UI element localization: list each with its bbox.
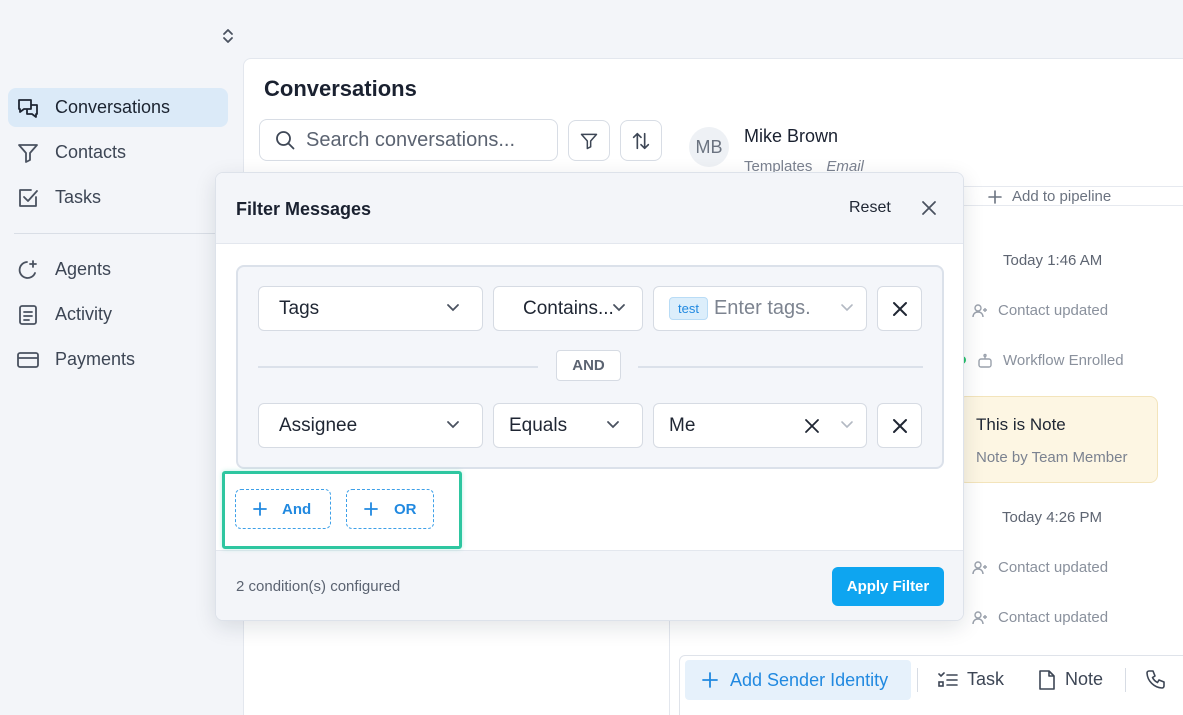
document-list-icon — [16, 303, 40, 327]
sidebar-item-conversations[interactable]: Conversations — [8, 88, 228, 127]
add-pipeline-label: Add to pipeline — [1012, 188, 1112, 205]
checkbox-icon — [16, 186, 40, 210]
remove-condition-button[interactable] — [877, 403, 922, 448]
note-title: This is Note — [976, 415, 1066, 434]
contact-name: Mike Brown — [744, 126, 839, 146]
filter-button[interactable] — [568, 120, 610, 161]
sidebar-item-label: Agents — [55, 259, 112, 279]
timestamp: Today 1:46 AM — [1003, 252, 1103, 269]
chevron-down-icon — [606, 420, 620, 430]
funnel-icon — [16, 141, 40, 165]
sidebar-item-label: Tasks — [55, 187, 102, 207]
dialog-footer: 2 condition(s) configured Apply Filter — [216, 550, 963, 620]
search-box[interactable] — [259, 119, 558, 161]
sort-button[interactable] — [620, 120, 662, 161]
tag-chip[interactable]: test — [669, 297, 708, 320]
sidebar-item-activity[interactable]: Activity — [8, 295, 228, 334]
plus-icon — [236, 502, 284, 516]
plus-icon — [988, 189, 1012, 204]
timestamp: Today 4:26 PM — [1002, 509, 1103, 526]
sort-arrows-icon — [630, 130, 652, 152]
workspace-switcher-icon[interactable] — [219, 26, 237, 46]
task-button[interactable]: Task — [938, 669, 1004, 690]
tags-placeholder: Enter tags. — [713, 297, 811, 319]
divider — [1125, 668, 1126, 692]
clear-icon[interactable] — [804, 418, 820, 434]
sidebar-item-payments[interactable]: Payments — [8, 340, 228, 379]
divider — [669, 620, 670, 715]
operator-select[interactable]: Contains... — [493, 286, 643, 331]
add-to-pipeline-button[interactable]: Add to pipeline — [964, 186, 1183, 206]
add-or-condition-button[interactable]: OR — [346, 489, 434, 529]
search-icon — [275, 130, 295, 150]
close-icon[interactable] — [920, 199, 938, 217]
chevron-down-icon — [446, 420, 460, 430]
chevron-down-icon — [612, 303, 626, 313]
reset-button[interactable]: Reset — [849, 199, 891, 217]
note-icon — [1038, 669, 1065, 690]
credit-card-icon — [16, 348, 40, 372]
plus-icon — [347, 502, 395, 516]
assignee-value-select[interactable]: Me — [653, 403, 867, 448]
call-button[interactable] — [1146, 669, 1175, 689]
sidebar-item-agents[interactable]: Agents — [8, 250, 228, 289]
sidebar-divider — [14, 233, 242, 234]
divider — [964, 205, 1183, 206]
and-joiner-badge[interactable]: AND — [556, 350, 621, 381]
sidebar-item-label: Payments — [55, 349, 136, 369]
note-author: Note by Team Member — [976, 449, 1128, 466]
plus-icon — [702, 672, 730, 688]
add-sender-identity-button[interactable]: Add Sender Identity — [685, 660, 911, 700]
sidebar-item-tasks[interactable]: Tasks — [8, 178, 228, 217]
note-card[interactable]: This is Note Note by Team Member — [958, 396, 1158, 483]
divider — [917, 668, 918, 692]
field-select[interactable]: Tags — [258, 286, 483, 331]
dialog-title: Filter Messages — [236, 199, 372, 219]
condition-count: 2 condition(s) configured — [236, 578, 401, 595]
funnel-icon — [579, 131, 599, 151]
search-input[interactable] — [306, 128, 536, 152]
close-icon — [892, 301, 908, 317]
tags-input[interactable]: test Enter tags. — [653, 286, 867, 331]
sidebar-item-label: Contacts — [55, 142, 127, 162]
chevron-down-icon — [446, 303, 460, 313]
user-plus-icon — [972, 560, 998, 576]
close-icon — [892, 418, 908, 434]
note-button[interactable]: Note — [1038, 669, 1103, 690]
filter-messages-dialog: Filter Messages Reset Tags Contains... t… — [215, 172, 964, 621]
chevron-down-icon — [840, 420, 854, 430]
avatar: MB — [689, 127, 729, 167]
user-plus-icon — [972, 610, 998, 626]
phone-icon — [1146, 669, 1175, 689]
field-select[interactable]: Assignee — [258, 403, 483, 448]
timeline-event: Workflow Enrolled — [977, 352, 1124, 369]
sidebar-item-label: Activity — [55, 304, 113, 324]
dialog-header: Filter Messages Reset — [216, 173, 963, 244]
timeline-event: Contact updated — [972, 302, 1108, 319]
divider — [638, 366, 923, 368]
apply-filter-button[interactable]: Apply Filter — [832, 567, 944, 606]
robot-icon — [977, 353, 1003, 369]
chevron-down-icon — [840, 303, 854, 313]
chat-bubbles-icon — [16, 96, 40, 120]
page-title: Conversations — [264, 76, 417, 101]
user-plus-icon — [972, 303, 998, 319]
operator-select[interactable]: Equals — [493, 403, 643, 448]
sidebar-item-label: Conversations — [55, 97, 171, 117]
task-list-icon — [938, 671, 967, 689]
add-and-condition-button[interactable]: And — [235, 489, 331, 529]
timeline-event: Contact updated — [972, 609, 1108, 626]
timeline-event: Contact updated — [972, 559, 1108, 576]
sidebar-item-contacts[interactable]: Contacts — [8, 133, 228, 172]
agents-sparkle-icon — [16, 258, 40, 282]
remove-condition-button[interactable] — [877, 286, 922, 331]
divider — [258, 366, 538, 368]
